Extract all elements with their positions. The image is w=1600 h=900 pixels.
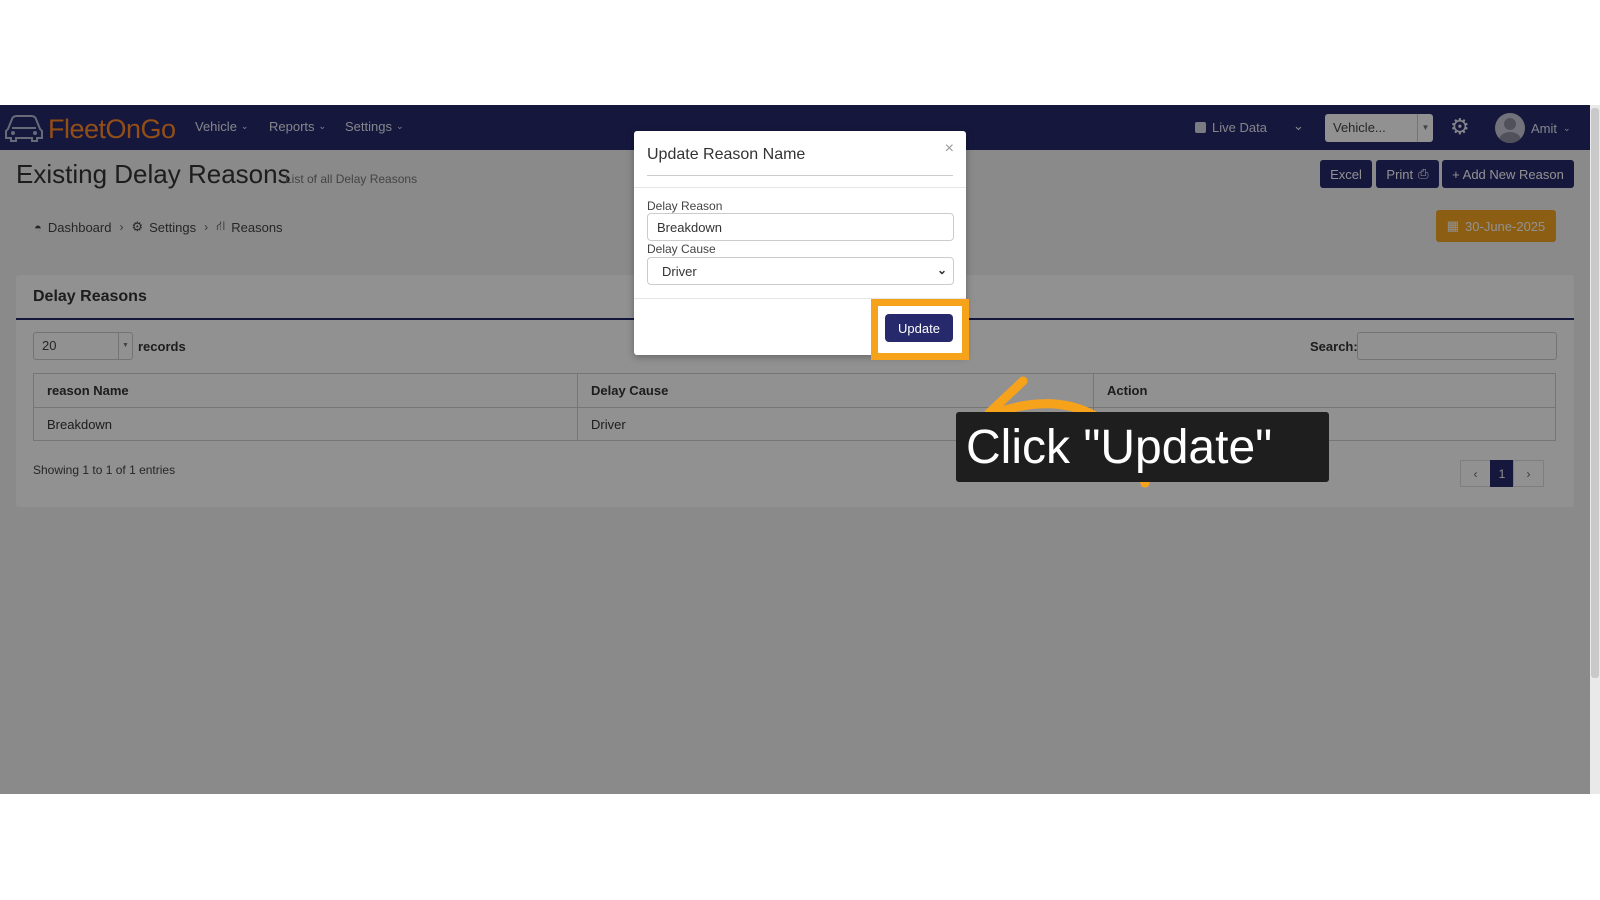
delay-reason-label: Delay Reason bbox=[647, 199, 723, 213]
app-window: FleetOnGo Vehicle ⌄ Reports ⌄ Settings ⌄… bbox=[0, 105, 1590, 794]
close-icon[interactable]: × bbox=[945, 140, 954, 158]
update-button-highlight bbox=[871, 299, 969, 360]
modal-title: Update Reason Name bbox=[647, 146, 806, 163]
delay-cause-select[interactable]: Driver ⌄ bbox=[647, 257, 954, 285]
modal-header-divider bbox=[634, 187, 966, 188]
modal-title-divider bbox=[647, 175, 953, 176]
chevron-down-icon: ⌄ bbox=[936, 263, 947, 277]
delay-cause-value: Driver bbox=[662, 264, 697, 279]
delay-cause-label: Delay Cause bbox=[647, 242, 716, 256]
delay-reason-value: Breakdown bbox=[657, 220, 723, 235]
scrollbar-thumb[interactable] bbox=[1591, 108, 1599, 678]
instruction-callout: Click "Update" bbox=[956, 412, 1329, 482]
delay-reason-input[interactable]: Breakdown bbox=[647, 213, 954, 241]
